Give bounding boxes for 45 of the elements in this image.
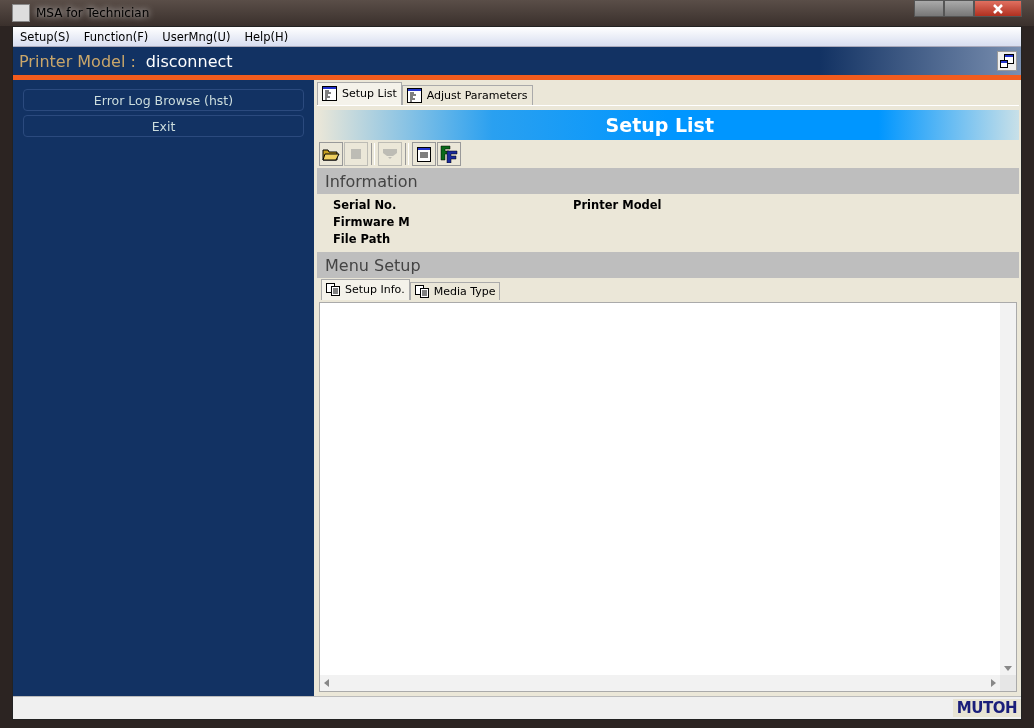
list-icon (406, 88, 422, 103)
toolbar-button[interactable] (412, 142, 436, 166)
menu-item[interactable]: UserMng(U) (155, 29, 238, 44)
vertical-scrollbar[interactable] (1000, 303, 1016, 675)
section-title: Menu Setup (325, 255, 421, 275)
ff-icon (440, 145, 458, 163)
folder-icon (322, 147, 340, 161)
left-arrow-icon[interactable] (324, 679, 329, 687)
field-label: Firmware M (333, 215, 411, 229)
tab[interactable]: Media Type (409, 282, 501, 300)
field-label: Serial No. (333, 198, 398, 212)
restore-button[interactable] (997, 51, 1017, 71)
field-label: Printer Model (573, 198, 663, 212)
tab[interactable]: Setup Info. (321, 279, 410, 300)
section-title: Information (325, 171, 418, 191)
app-icon (12, 4, 30, 22)
printer-model-label: Printer Model : (19, 51, 136, 71)
scrollbar-corner (1000, 675, 1016, 691)
printer-model-value: disconnect (145, 51, 233, 71)
window-icon (417, 146, 431, 162)
sidebar-button[interactable]: Error Log Browse (hst) (23, 89, 304, 111)
down-arrow-icon[interactable] (1004, 666, 1012, 671)
maximize-button[interactable] (944, 0, 974, 17)
brand-logo: MUTOH (952, 699, 1021, 717)
close-button[interactable] (974, 0, 1022, 17)
tab[interactable]: Setup List (317, 82, 402, 105)
banner-title: Setup List (605, 114, 714, 136)
pages-icon (414, 285, 429, 298)
close-icon (992, 3, 1004, 14)
funnel-icon (382, 148, 398, 160)
sidebar-button[interactable]: Exit (23, 115, 304, 137)
field-label: File Path (333, 232, 392, 246)
list-icon (322, 86, 337, 101)
horizontal-scrollbar[interactable] (320, 675, 1000, 691)
menu-item[interactable]: Help(H) (237, 29, 296, 44)
minimize-button[interactable] (914, 0, 944, 17)
square-icon (349, 147, 363, 161)
right-arrow-icon[interactable] (991, 679, 996, 687)
tab[interactable]: Adjust Parameters (401, 85, 533, 105)
window-title: MSA for Technician (36, 6, 150, 20)
toolbar-button[interactable] (437, 142, 461, 166)
pages-icon (326, 283, 340, 296)
menu-item[interactable]: Function(F) (76, 29, 156, 44)
menu-item[interactable]: Setup(S) (13, 29, 77, 44)
toolbar-button[interactable] (319, 142, 343, 166)
